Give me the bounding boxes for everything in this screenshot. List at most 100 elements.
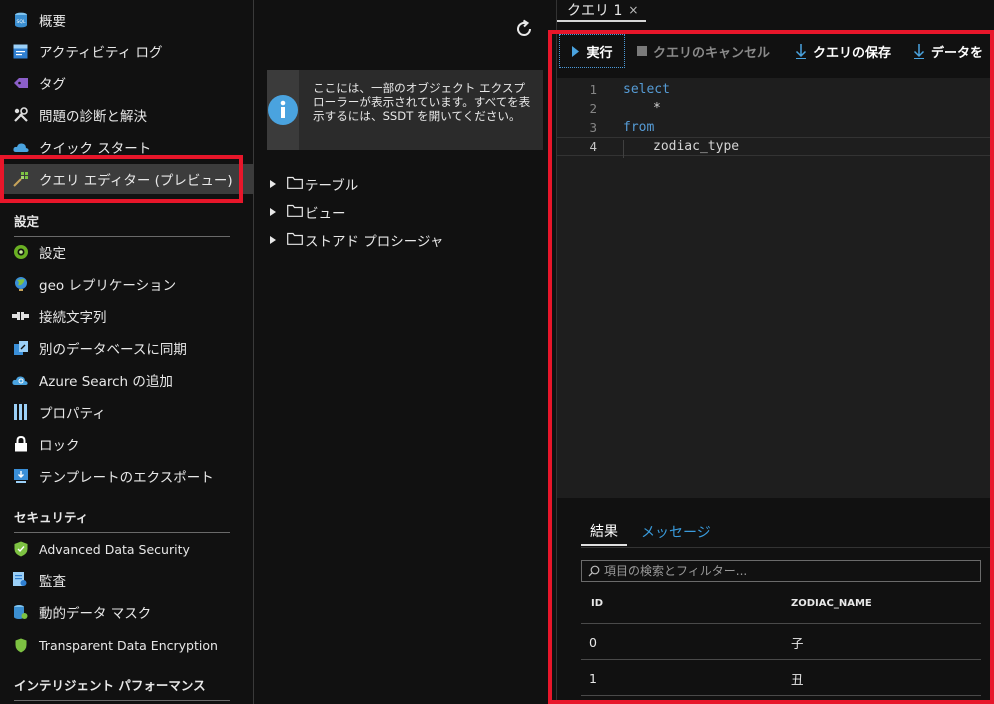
tree-item-label: ストアド プロシージャ xyxy=(305,234,444,250)
activity-log-icon xyxy=(12,43,29,60)
expand-arrow-icon[interactable] xyxy=(269,230,287,250)
cancel-label: クエリのキャンセル xyxy=(653,45,771,61)
nav-item-settings[interactable]: 設定 xyxy=(0,237,254,267)
tree-item-tables[interactable]: テーブル xyxy=(269,174,358,194)
tab-results[interactable]: 結果 xyxy=(581,518,627,546)
expand-arrow-icon[interactable] xyxy=(269,174,287,194)
nav-item-label: Advanced Data Security xyxy=(39,541,190,557)
nav-item-diagnose[interactable]: 問題の診断と解決 xyxy=(0,100,254,130)
nav-item-query-editor[interactable]: クエリ エディター (プレビュー) xyxy=(0,164,254,194)
row-divider xyxy=(581,659,981,660)
nav-item-label: クエリ エディター (プレビュー) xyxy=(39,173,233,189)
nav-item-label: ロック xyxy=(39,438,80,454)
export-data-button[interactable]: データを xyxy=(913,34,983,68)
tree-item-views[interactable]: ビュー xyxy=(269,202,346,222)
search-icon xyxy=(588,565,600,577)
filter-input[interactable] xyxy=(604,564,964,578)
nav-item-overview[interactable]: SQL 概要 xyxy=(0,5,254,35)
nav-item-label: 設定 xyxy=(39,246,66,262)
table-cell: 1 xyxy=(589,671,597,686)
expand-arrow-icon[interactable] xyxy=(269,202,287,222)
nav-item-label: Azure Search の追加 xyxy=(39,374,173,390)
info-banner: ここには、一部のオブジェクト エクスプローラーが表示されています。すべてを表示す… xyxy=(267,70,543,150)
tree-item-stored-procedures[interactable]: ストアド プロシージャ xyxy=(269,230,443,250)
info-message: ここには、一部のオブジェクト エクスプローラーが表示されています。すべてを表示す… xyxy=(313,81,531,123)
nav-item-label: 概要 xyxy=(39,14,66,30)
line-number: 2 xyxy=(589,101,597,116)
tree-item-label: ビュー xyxy=(305,206,346,222)
nav-item-label: クイック スタート xyxy=(39,141,152,157)
nav-item-label: タグ xyxy=(39,77,66,93)
export-label: データを xyxy=(931,45,984,61)
section-intelligent-performance: インテリジェント パフォーマンス xyxy=(14,675,230,701)
sql-database-icon: SQL xyxy=(12,12,29,29)
close-icon[interactable]: × xyxy=(628,3,638,17)
code-text: from xyxy=(623,120,655,135)
nav-item-connection-strings[interactable]: 接続文字列 xyxy=(0,301,254,331)
settings-icon xyxy=(12,244,29,261)
nav-item-azure-search[interactable]: Azure Search の追加 xyxy=(0,365,254,395)
table-cell: 0 xyxy=(589,635,597,650)
audit-icon xyxy=(12,572,29,589)
shield-icon xyxy=(12,541,29,558)
cloud-quickstart-icon xyxy=(12,139,29,156)
filter-box[interactable] xyxy=(581,560,981,582)
nav-item-geo-replication[interactable]: geo レプリケーション xyxy=(0,269,254,299)
code-line: 1 select xyxy=(557,80,994,99)
divider xyxy=(581,547,994,548)
code-text: * xyxy=(653,101,661,116)
row-divider xyxy=(581,623,981,624)
lock-icon xyxy=(12,436,29,453)
line-number: 3 xyxy=(589,120,597,135)
line-number: 4 xyxy=(589,139,597,154)
tab-messages[interactable]: メッセージ xyxy=(641,518,711,546)
nav-item-label: 接続文字列 xyxy=(39,310,107,326)
code-editor[interactable]: 1 select 2 * 3 from 4 zodiac_type xyxy=(557,78,994,498)
nav-item-label: プロパティ xyxy=(39,406,106,422)
stop-icon xyxy=(637,46,647,56)
download-arrow-icon xyxy=(913,43,925,59)
tree-item-label: テーブル xyxy=(305,178,359,194)
query-editor-icon xyxy=(12,171,29,188)
save-query-button[interactable]: クエリの保存 xyxy=(795,34,891,68)
nav-item-tags[interactable]: タグ xyxy=(0,68,254,98)
folder-icon xyxy=(287,232,303,249)
resource-menu: SQL 概要 アクティビティ ログ タグ 問題の診断と解決 クイック スタート … xyxy=(0,0,254,704)
nav-item-label: Transparent Data Encryption xyxy=(39,637,218,653)
nav-item-audit[interactable]: 監査 xyxy=(0,565,254,595)
connection-icon xyxy=(12,308,29,325)
nav-item-label: テンプレートのエクスポート xyxy=(39,470,214,486)
play-icon xyxy=(571,45,580,58)
run-button[interactable]: 実行 xyxy=(559,34,625,68)
sync-icon xyxy=(12,340,29,357)
code-line: 2 * xyxy=(557,99,994,118)
nav-item-label: 別のデータベースに同期 xyxy=(39,342,187,358)
nav-item-activity-log[interactable]: アクティビティ ログ xyxy=(0,36,254,66)
nav-item-data-mask[interactable]: 動的データ マスク xyxy=(0,597,254,627)
refresh-icon[interactable] xyxy=(513,18,535,40)
nav-item-label: アクティビティ ログ xyxy=(39,45,163,61)
section-security: セキュリティ xyxy=(14,507,230,533)
nav-item-sync[interactable]: 別のデータベースに同期 xyxy=(0,333,254,363)
nav-item-export-template[interactable]: テンプレートのエクスポート xyxy=(0,461,254,491)
tab-query-1[interactable]: クエリ 1 × xyxy=(557,0,647,22)
results-pane: 結果 メッセージ ID ZODIAC_NAME 0 子 1 丑 xyxy=(557,498,994,704)
nav-item-label: 監査 xyxy=(39,574,66,590)
properties-icon xyxy=(12,404,29,421)
nav-item-properties[interactable]: プロパティ xyxy=(0,397,254,427)
azure-search-icon xyxy=(12,372,29,389)
column-header-zodiac-name[interactable]: ZODIAC_NAME xyxy=(791,598,872,609)
folder-icon xyxy=(287,176,303,193)
cancel-query-button[interactable]: クエリのキャンセル xyxy=(637,34,770,68)
nav-item-label: geo レプリケーション xyxy=(39,278,177,294)
encryption-shield-icon xyxy=(12,637,29,654)
info-icon xyxy=(267,70,299,150)
object-explorer: ここには、一部のオブジェクト エクスプローラーが表示されています。すべてを表示す… xyxy=(255,0,555,704)
column-header-id[interactable]: ID xyxy=(591,598,603,609)
nav-item-quickstart[interactable]: クイック スタート xyxy=(0,132,254,162)
editor-tab-bar: クエリ 1 × xyxy=(557,0,994,22)
nav-item-advanced-data-security[interactable]: Advanced Data Security xyxy=(0,534,254,564)
nav-item-tde[interactable]: Transparent Data Encryption xyxy=(0,630,254,660)
nav-item-lock[interactable]: ロック xyxy=(0,429,254,459)
table-cell: 丑 xyxy=(791,672,804,687)
